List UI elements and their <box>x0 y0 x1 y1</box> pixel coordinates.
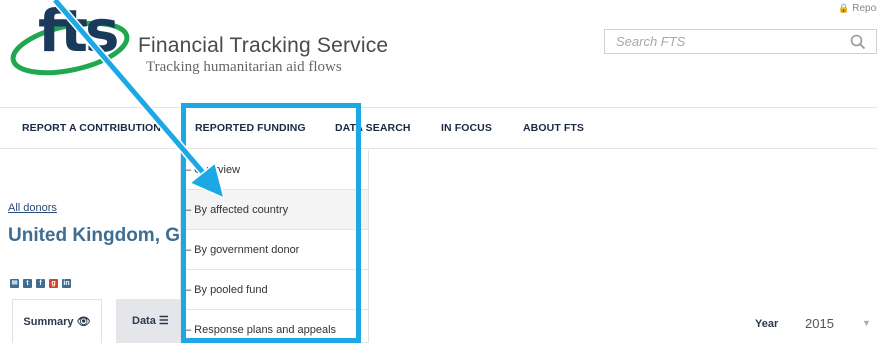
chevron-down-icon[interactable]: ▼ <box>862 318 871 328</box>
nav-divider <box>0 148 877 149</box>
search-input[interactable] <box>605 30 845 53</box>
tab-summary[interactable]: Summary 👁 <box>12 299 102 343</box>
nav-report-contribution[interactable]: REPORT A CONTRIBUTION <box>22 122 161 134</box>
facebook-icon[interactable]: f <box>36 279 45 288</box>
breadcrumb-all-donors[interactable]: All donors <box>8 202 57 214</box>
share-icons: ✉ t f g in <box>10 279 71 288</box>
year-select[interactable]: 2015 <box>805 316 834 331</box>
email-icon[interactable]: ✉ <box>10 279 19 288</box>
eye-icon: 👁 <box>76 316 91 328</box>
list-icon: ☰ <box>158 315 169 327</box>
main-nav: REPORT A CONTRIBUTION REPORTED FUNDING D… <box>0 108 877 148</box>
tab-summary-label: Summary <box>23 316 74 328</box>
site-tagline: Tracking humanitarian aid flows <box>146 59 342 75</box>
report-link[interactable]: 🔒Report <box>838 3 877 14</box>
site-name: Financial Tracking Service <box>138 34 389 57</box>
search-icon[interactable] <box>850 34 866 50</box>
year-label: Year <box>755 318 779 330</box>
linkedin-icon[interactable]: in <box>62 279 71 288</box>
annotation-highlight-box <box>181 103 361 343</box>
twitter-icon[interactable]: t <box>23 279 32 288</box>
logo-text: fts <box>38 0 120 65</box>
nav-in-focus[interactable]: IN FOCUS <box>441 122 492 134</box>
nav-about-fts[interactable]: ABOUT FTS <box>523 122 584 134</box>
tab-data-label: Data <box>132 315 156 327</box>
page-title: United Kingdom, G <box>8 225 181 246</box>
fts-logo[interactable]: fts <box>8 0 138 82</box>
google-plus-icon[interactable]: g <box>49 279 58 288</box>
lock-icon: 🔒 <box>838 3 850 13</box>
report-link-label: Report <box>852 3 877 14</box>
search-box <box>604 29 877 54</box>
